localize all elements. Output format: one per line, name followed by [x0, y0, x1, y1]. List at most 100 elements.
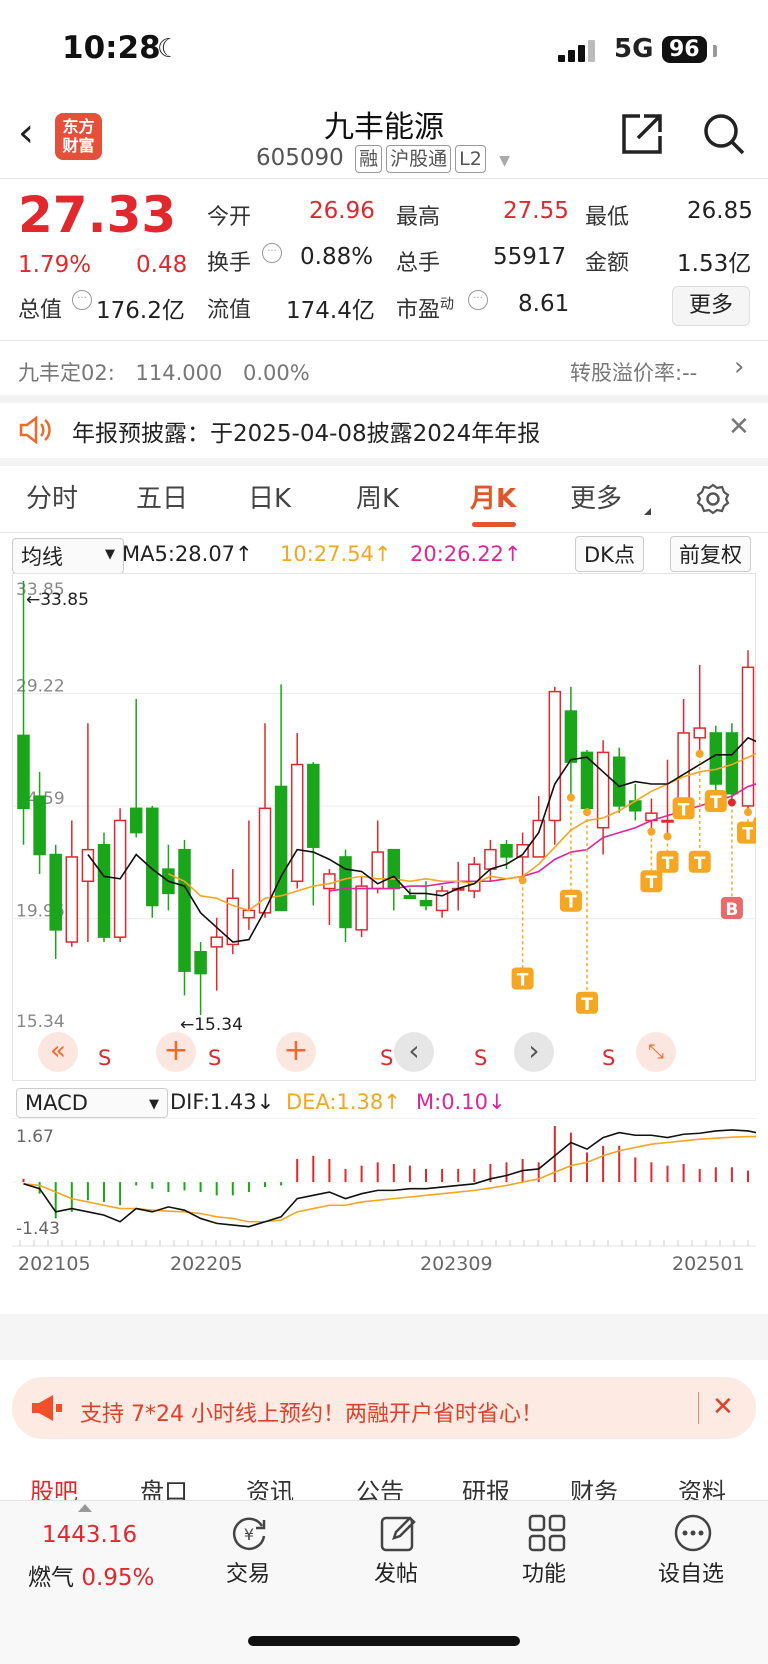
sell-signal: S [208, 1046, 221, 1070]
marker-dot [566, 793, 575, 802]
date-axis-label: 202205 [170, 1253, 243, 1275]
ma5-value: MA5:28.07↑ [122, 542, 253, 566]
sell-signal: S [380, 1046, 393, 1070]
tag-level2: L2 [455, 145, 486, 173]
nav-trade[interactable]: 交易 [226, 1556, 270, 1588]
marker-dot [695, 749, 704, 758]
macd-chart[interactable]: 1.67 -1.43 202105 202205 202309 202501 [12, 1118, 756, 1312]
fullscreen-icon[interactable]: ⤡ [636, 1032, 676, 1072]
nav-post[interactable]: 发帖 [374, 1556, 418, 1588]
megaphone-icon [30, 1393, 64, 1427]
date-axis-label: 202501 [672, 1253, 745, 1275]
tab-research[interactable]: 研报 [462, 1472, 510, 1502]
amount-label: 金额 [585, 251, 630, 276]
index-ticker[interactable]: 燃气 0.95% [28, 1558, 154, 1592]
tab-orderbook[interactable]: 盘口 [140, 1472, 188, 1502]
dif-value: DIF:1.43↓ [170, 1090, 275, 1114]
prev-icon[interactable]: ‹ [394, 1032, 434, 1072]
close-icon[interactable]: ✕ [728, 412, 750, 442]
candle-body [500, 844, 513, 858]
tb-marker-T [753, 816, 756, 839]
tab-profile[interactable]: 资料 [678, 1472, 726, 1502]
next-icon[interactable]: › [514, 1032, 554, 1072]
amount-value: 1.53亿 [677, 251, 752, 277]
tab-forum[interactable]: 股吧 [30, 1472, 78, 1502]
chevron-right-icon[interactable]: › [734, 352, 744, 382]
more-dots-icon [672, 1512, 714, 1558]
kline-chart[interactable]: 33.8529.2224.5919.9615.34←33.85←15.34TTT… [12, 573, 756, 1081]
candle-body [612, 756, 626, 807]
price-axis-label: 15.34 [16, 1012, 65, 1032]
macd-select[interactable]: MACD ▼ [16, 1088, 168, 1118]
bond-premium: 转股溢价率:-- [570, 361, 698, 385]
bond-row[interactable]: 九丰定02: 114.000 0.00% [18, 357, 310, 387]
tab-finance[interactable]: 财务 [570, 1472, 618, 1502]
date-axis-label: 202309 [420, 1253, 493, 1275]
nav-function[interactable]: 功能 [522, 1556, 566, 1588]
bond-name: 九丰定02: [18, 361, 115, 385]
tab-more[interactable]: 更多 [570, 478, 622, 515]
info-icon[interactable]: ··· [468, 290, 488, 310]
divider [698, 1392, 699, 1424]
bond-pct: 0.00% [243, 361, 310, 385]
ma-select[interactable]: 均线 ▼ [12, 538, 124, 574]
candle-body [81, 848, 95, 882]
nav-add-watchlist[interactable]: 设自选 [658, 1556, 724, 1588]
promo-text: 支持 7*24 小时线上预约！两融开户省时省心！ [80, 1402, 543, 1427]
tab-announcements[interactable]: 公告 [356, 1472, 404, 1502]
min-price-label: ←15.34 [180, 1015, 243, 1035]
network-label: 5G [614, 34, 654, 64]
settings-gear-icon[interactable] [696, 482, 730, 520]
marker-dot [744, 808, 752, 817]
last-price: 27.33 [18, 186, 177, 244]
tab-five-day[interactable]: 五日 [136, 478, 188, 515]
low-value: 26.85 [687, 198, 753, 224]
share-icon[interactable] [620, 112, 664, 160]
status-time: 10:28 [62, 30, 161, 66]
index-value: 1443.16 [42, 1522, 138, 1548]
marker-dot [518, 876, 527, 885]
search-icon[interactable] [702, 112, 746, 160]
candle-body [403, 895, 417, 900]
notice-text[interactable]: 年报预披露：于2025-04-08披露2024年年报 [72, 414, 540, 448]
sell-signal: S [474, 1046, 487, 1070]
candle-body [178, 848, 191, 972]
tb-marker-text: T [710, 793, 722, 813]
tab-monthly-k[interactable]: 月K [470, 478, 516, 515]
macd-axis-label: 1.67 [16, 1127, 54, 1147]
tb-marker-text: T [581, 995, 593, 1015]
tab-daily-k[interactable]: 日K [248, 478, 291, 515]
scroll-left-fast-icon[interactable]: « [38, 1032, 78, 1072]
tb-marker-text: T [742, 825, 754, 845]
chevron-down-icon[interactable]: ▼ [499, 153, 510, 169]
zoom-in-icon[interactable]: + [276, 1032, 316, 1072]
tab-intraday[interactable]: 分时 [26, 478, 78, 515]
pe-label: 市盈动 [396, 296, 455, 323]
chevron-up-icon[interactable] [78, 1504, 92, 1512]
info-icon[interactable]: ··· [72, 290, 92, 310]
tab-underline [472, 522, 516, 527]
divider [0, 340, 768, 341]
close-icon[interactable]: ✕ [712, 1392, 734, 1422]
float-label: 流值 [207, 298, 252, 323]
candle-body [242, 909, 256, 919]
candle-body [210, 936, 223, 948]
open-value: 26.96 [309, 198, 375, 224]
candle-body [709, 732, 723, 785]
content-tabs: 股吧 盘口 资讯 公告 研报 财务 资料 [0, 1472, 768, 1502]
grid-apps-icon [526, 1512, 568, 1558]
tab-weekly-k[interactable]: 周K [356, 478, 399, 515]
crosshair-icon[interactable]: + [156, 1032, 196, 1072]
adjust-button[interactable]: 前复权 [670, 536, 751, 572]
marker-dot [663, 832, 672, 841]
info-icon[interactable]: ··· [262, 243, 282, 263]
more-button[interactable]: 更多 [672, 286, 750, 326]
tb-marker-text: B [725, 900, 738, 920]
high-value: 27.55 [503, 198, 569, 224]
candle-body [693, 727, 706, 739]
svg-text:¥: ¥ [244, 1525, 254, 1544]
mktcap-value: 176.2亿 [96, 298, 185, 324]
section-gap [0, 458, 768, 466]
tab-news[interactable]: 资讯 [246, 1472, 294, 1502]
dk-point-button[interactable]: DK点 [575, 536, 644, 572]
